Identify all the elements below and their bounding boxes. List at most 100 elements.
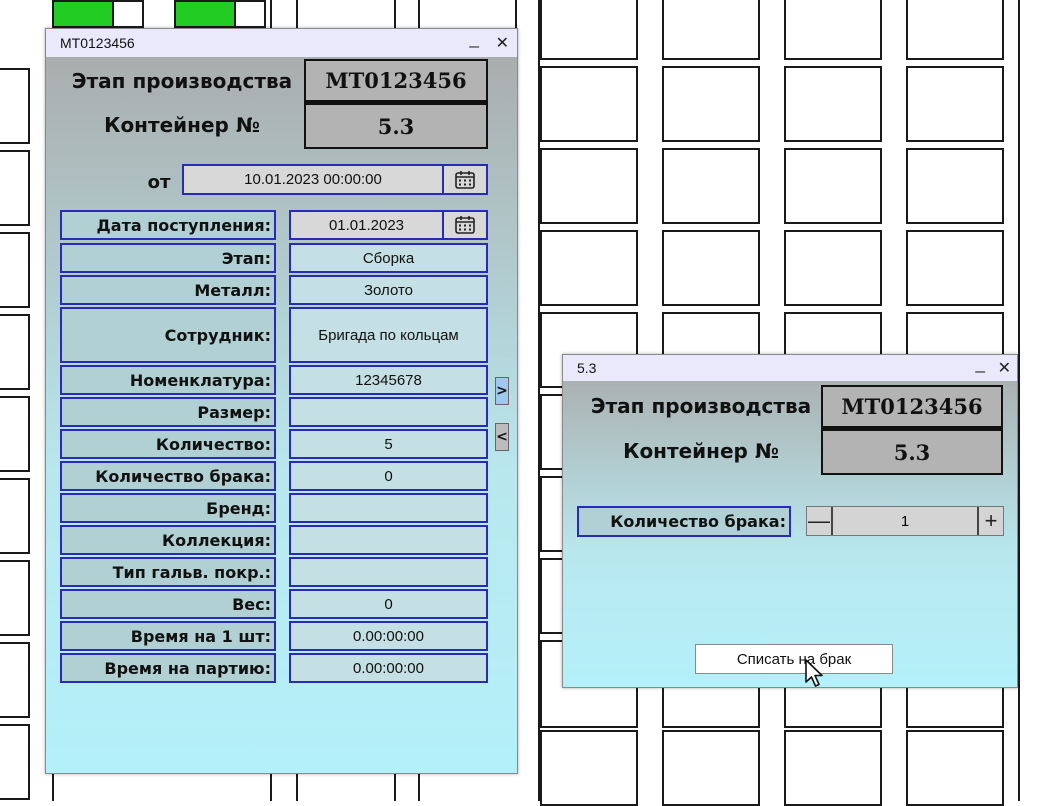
field-label-metal: Металл: bbox=[60, 275, 276, 305]
grid-line bbox=[52, 772, 54, 801]
grid-cell bbox=[0, 396, 30, 472]
grid-cell bbox=[540, 148, 638, 224]
grid-line bbox=[296, 0, 298, 28]
receipt-date-value: 01.01.2023 bbox=[328, 216, 405, 234]
grid-cell bbox=[662, 730, 760, 806]
brand-field[interactable] bbox=[289, 493, 488, 523]
grid-cell bbox=[662, 0, 760, 60]
field-label-defect-quantity: Количество брака: bbox=[60, 461, 276, 491]
nomenclature-field[interactable]: 12345678 bbox=[289, 365, 488, 395]
field-label-size: Размер: bbox=[60, 397, 276, 427]
field-label-collection: Коллекция: bbox=[60, 525, 276, 555]
receipt-date-field[interactable]: 01.01.2023 bbox=[289, 210, 488, 240]
close-button[interactable]: ✕ bbox=[998, 358, 1011, 378]
grid-cell bbox=[540, 230, 638, 306]
status-indicator-green bbox=[174, 0, 236, 28]
container-label: Контейнер № bbox=[104, 113, 260, 137]
grid-line bbox=[515, 0, 517, 28]
grid-line bbox=[394, 0, 396, 28]
collection-field[interactable] bbox=[289, 525, 488, 555]
grid-cell bbox=[0, 560, 30, 636]
field-label-employee: Сотрудник: bbox=[60, 307, 276, 363]
employee-field[interactable]: Бригада по кольцам bbox=[289, 307, 488, 363]
container-label: Контейнер № bbox=[623, 439, 779, 463]
defect-quantity-stepper[interactable]: — 1 + bbox=[806, 506, 1004, 536]
status-indicator-green bbox=[52, 0, 114, 28]
decrement-button[interactable]: — bbox=[807, 507, 833, 535]
grid-cell bbox=[0, 314, 30, 390]
grid-cell bbox=[906, 0, 1004, 60]
grid-line bbox=[418, 772, 420, 801]
minimize-button[interactable]: _ bbox=[976, 354, 985, 374]
grid-cell bbox=[662, 148, 760, 224]
next-button[interactable]: > bbox=[495, 377, 509, 405]
increment-button[interactable]: + bbox=[977, 507, 1003, 535]
grid-cell bbox=[540, 0, 638, 60]
grid-cell bbox=[0, 150, 30, 226]
close-button[interactable]: ✕ bbox=[496, 33, 509, 53]
grid-cell bbox=[0, 232, 30, 308]
from-datetime-value: 10.01.2023 00:00:00 bbox=[244, 171, 382, 188]
grid-cell bbox=[906, 66, 1004, 142]
stage-label: Этап производства bbox=[71, 69, 293, 93]
grid-line bbox=[1018, 0, 1020, 801]
mouse-cursor-icon bbox=[805, 659, 823, 687]
from-datetime-field[interactable]: 10.01.2023 00:00:00 bbox=[182, 164, 488, 195]
defect-quantity-field[interactable]: 0 bbox=[289, 461, 488, 491]
grid-cell bbox=[784, 66, 882, 142]
defect-dialog: 5.3 _ ✕ Этап производства МТ0123456 Конт… bbox=[562, 354, 1018, 688]
grid-cell bbox=[784, 230, 882, 306]
stage-value: МТ0123456 bbox=[821, 385, 1003, 429]
defect-quantity-value[interactable]: 1 bbox=[833, 507, 977, 535]
container-value: 5.3 bbox=[821, 429, 1003, 475]
time-per-batch-field[interactable]: 0.00:00:00 bbox=[289, 653, 488, 683]
status-indicator-empty bbox=[112, 0, 144, 28]
container-window: МТ0123456 _ ✕ Этап производства МТ012345… bbox=[45, 28, 518, 774]
from-label: от bbox=[147, 171, 171, 193]
field-label-time-per-unit: Время на 1 шт: bbox=[60, 621, 276, 651]
prev-button[interactable]: < bbox=[495, 423, 509, 451]
grid-cell bbox=[784, 148, 882, 224]
grid-cell bbox=[784, 730, 882, 806]
metal-field[interactable]: Золото bbox=[289, 275, 488, 305]
weight-field[interactable]: 0 bbox=[289, 589, 488, 619]
quantity-field[interactable]: 5 bbox=[289, 429, 488, 459]
calendar-icon[interactable] bbox=[442, 166, 486, 193]
field-label-plating-type: Тип гальв. покр.: bbox=[60, 557, 276, 587]
grid-cell bbox=[540, 66, 638, 142]
field-label-time-per-batch: Время на партию: bbox=[60, 653, 276, 683]
dialog-titlebar[interactable]: 5.3 _ ✕ bbox=[563, 354, 1017, 381]
stage-field[interactable]: Сборка bbox=[289, 243, 488, 273]
grid-cell bbox=[0, 724, 30, 800]
field-label-quantity: Количество: bbox=[60, 429, 276, 459]
stage-value: МТ0123456 bbox=[304, 59, 488, 103]
window-titlebar[interactable]: МТ0123456 _ ✕ bbox=[46, 29, 517, 57]
field-label-brand: Бренд: bbox=[60, 493, 276, 523]
time-per-unit-field[interactable]: 0.00:00:00 bbox=[289, 621, 488, 651]
window-title: МТ0123456 bbox=[60, 35, 135, 51]
minimize-button[interactable]: _ bbox=[470, 29, 479, 49]
grid-cell bbox=[540, 730, 638, 806]
container-value: 5.3 bbox=[304, 103, 488, 149]
grid-cell bbox=[906, 730, 1004, 806]
grid-cell bbox=[662, 230, 760, 306]
grid-line bbox=[270, 772, 272, 801]
grid-line bbox=[418, 0, 420, 28]
status-indicator-empty bbox=[234, 0, 266, 28]
grid-cell bbox=[906, 148, 1004, 224]
calendar-icon[interactable] bbox=[442, 212, 486, 238]
grid-cell bbox=[0, 478, 30, 554]
field-label-receipt-date: Дата поступления: bbox=[60, 210, 276, 240]
grid-cell bbox=[0, 68, 30, 144]
write-off-defect-button[interactable]: Списать на брак bbox=[695, 644, 893, 674]
grid-cell bbox=[0, 642, 30, 718]
grid-cell bbox=[784, 0, 882, 60]
defect-quantity-label: Количество брака: bbox=[577, 506, 791, 537]
grid-line bbox=[270, 0, 272, 28]
plating-type-field[interactable] bbox=[289, 557, 488, 587]
field-label-nomenclature: Номенклатура: bbox=[60, 365, 276, 395]
dialog-title: 5.3 bbox=[577, 360, 597, 376]
field-label-weight: Вес: bbox=[60, 589, 276, 619]
grid-line bbox=[296, 772, 298, 801]
size-field[interactable] bbox=[289, 397, 488, 427]
